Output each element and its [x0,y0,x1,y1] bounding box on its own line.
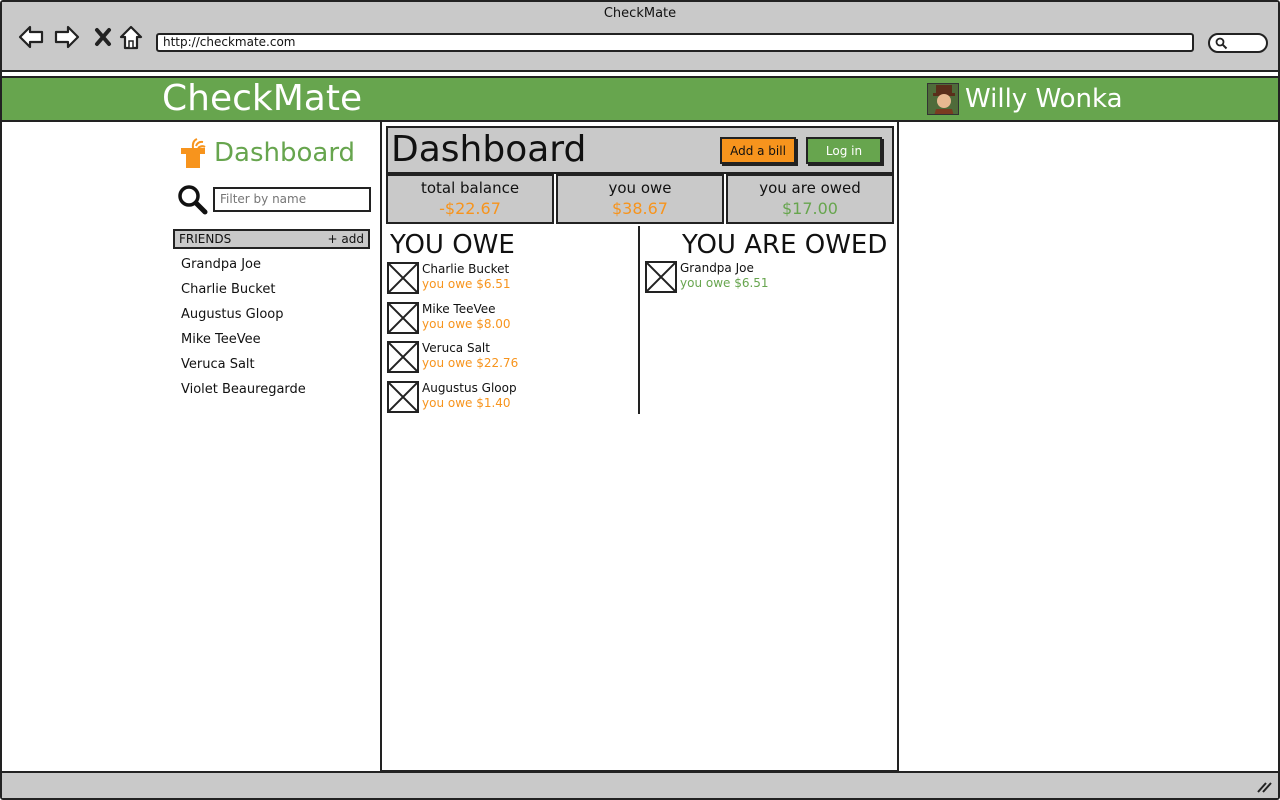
filter-row [176,183,371,215]
avatar-placeholder [387,301,419,334]
column-divider [638,226,640,414]
sidebar-title: Dashboard [214,138,356,168]
image-placeholder-icon [647,263,675,291]
you-are-owed-value: $17.00 [782,199,838,218]
total-balance-value: -$22.67 [439,199,501,218]
debtor-name: Charlie Bucket [422,262,510,276]
debt-amount: you owe $1.40 [422,395,511,410]
avatar-placeholder [387,262,419,294]
you-owe-label: you owe [608,179,672,197]
you-owe-heading: YOU OWE [390,230,515,260]
debtor-name: Augustus Gloop [422,380,517,395]
arrow-right-icon [54,25,80,49]
home-icon [119,25,143,50]
status-bar [2,771,1278,798]
sidebar-dashboard-link[interactable]: Dashboard [178,136,355,170]
debt-amount: you owe $6.51 [422,277,511,291]
search-icon [178,185,208,215]
image-placeholder-icon [389,303,417,332]
avatar-placeholder [387,341,419,373]
friend-item-augustus-gloop[interactable]: Augustus Gloop [181,305,306,330]
list-item[interactable]: Veruca Salt you owe $22.76 [387,341,518,381]
dashboard-icon [181,138,206,168]
debtor-name: Mike TeeVee [422,301,496,316]
debtor-name: Veruca Salt [422,341,490,355]
browser-search-field[interactable] [1208,33,1268,53]
add-friend-button[interactable]: + add [328,231,364,247]
you-owe-value: $38.67 [612,199,668,218]
creditor-name: Grandpa Joe [680,261,754,275]
dashboard-header: Dashboard Add a bill Log in [386,126,894,174]
image-placeholder-icon [389,382,417,411]
back-button[interactable] [16,22,46,52]
friend-item-mike-teevee[interactable]: Mike TeeVee [181,330,306,355]
user-name[interactable]: Willy Wonka [965,83,1123,115]
friend-item-charlie-bucket[interactable]: Charlie Bucket [181,280,306,305]
login-button[interactable]: Log in [806,137,882,164]
user-photo-icon [928,84,958,114]
you-owe-card: you owe $38.67 [556,174,724,224]
list-item[interactable]: Augustus Gloop you owe $1.40 [387,380,518,421]
filter-by-name-input[interactable] [213,186,371,212]
list-item[interactable]: Mike TeeVee you owe $8.00 [387,301,518,342]
add-bill-button[interactable]: Add a bill [720,137,796,164]
forward-button[interactable] [52,22,82,52]
avatar[interactable] [927,83,959,115]
total-balance-label: total balance [420,179,520,197]
search-icon [1215,37,1228,50]
close-icon [95,28,111,46]
list-item[interactable]: Charlie Bucket you owe $6.51 [387,262,518,302]
debt-amount: you owe $22.76 [422,356,519,370]
you-are-owed-label: you are owed [759,179,861,197]
friends-list: Grandpa Joe Charlie Bucket Augustus Gloo… [181,255,306,405]
friend-item-veruca-salt[interactable]: Veruca Salt [181,355,306,380]
friend-item-grandpa-joe[interactable]: Grandpa Joe [181,255,306,280]
you-are-owed-card: you are owed $17.00 [726,174,894,224]
avatar-placeholder [387,380,419,413]
app-header: CheckMate Willy Wonka [2,76,1278,122]
resize-grip-icon[interactable] [1256,781,1272,793]
list-item[interactable]: Grandpa Joe you owe $6.51 [645,261,769,301]
balance-summary: total balance -$22.67 you owe $38.67 you… [386,174,894,224]
arrow-left-icon [18,25,44,49]
stop-button[interactable] [88,22,118,52]
browser-toolbar: CheckMate http://checkmate.com [2,2,1278,72]
brand-logo[interactable]: CheckMate [162,78,362,120]
avatar-placeholder [645,261,677,293]
you-are-owed-heading: YOU ARE OWED [682,230,888,260]
friends-label: FRIENDS [179,232,232,246]
address-bar[interactable]: http://checkmate.com [156,33,1194,52]
page-title: Dashboard [391,129,587,170]
you-are-owed-list: Grandpa Joe you owe $6.51 [645,261,769,301]
home-button[interactable] [116,22,146,52]
credit-amount: you owe $6.51 [680,276,769,290]
total-balance-card: total balance -$22.67 [386,174,554,224]
window-title: CheckMate [603,6,677,21]
friends-header: FRIENDS + add [173,229,370,249]
image-placeholder-icon [389,264,417,292]
debt-amount: you owe $8.00 [422,316,511,331]
you-owe-list: Charlie Bucket you owe $6.51 Mike TeeVee… [387,262,518,420]
friend-item-violet-beauregarde[interactable]: Violet Beauregarde [181,380,306,405]
image-placeholder-icon [389,343,417,371]
